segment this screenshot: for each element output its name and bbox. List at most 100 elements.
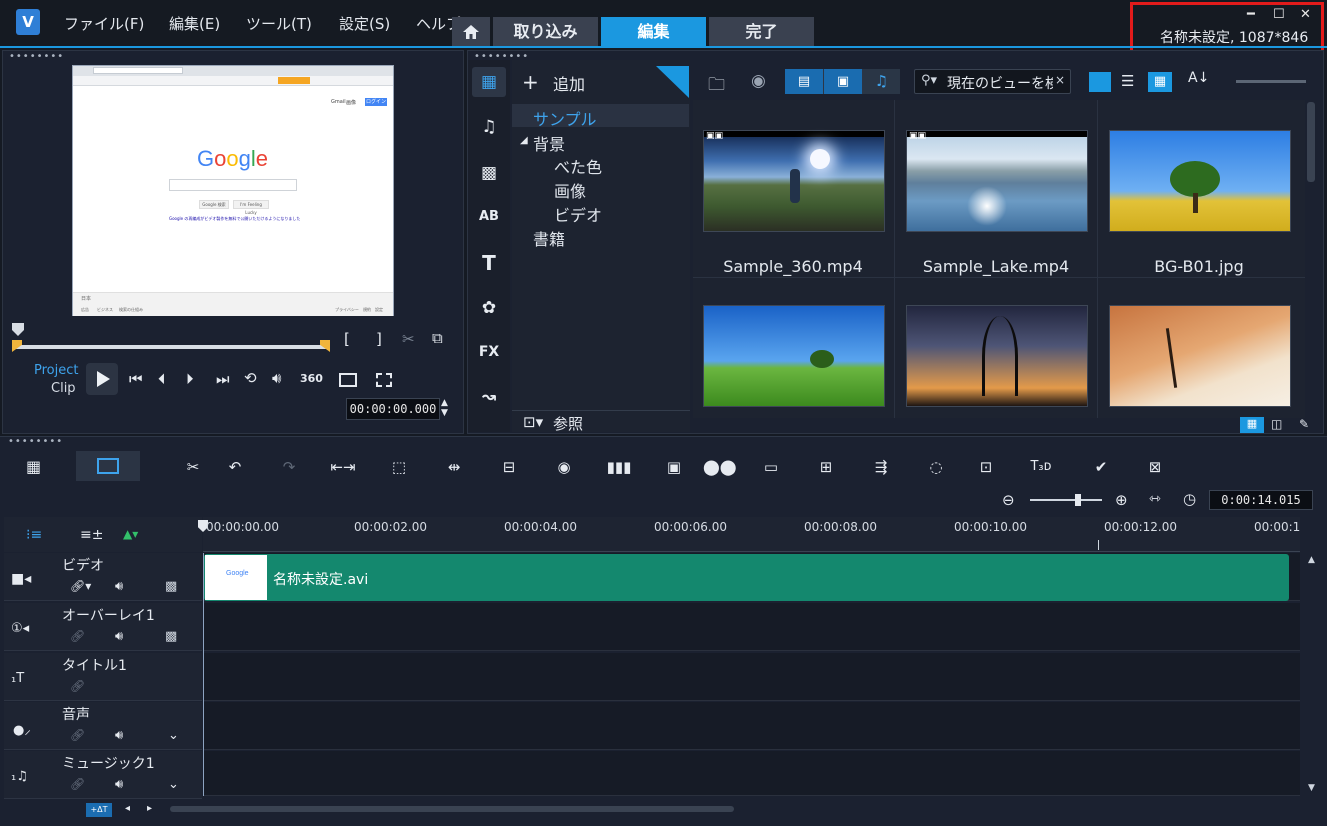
volume-icon[interactable]: 🔊︎ — [272, 369, 281, 387]
filter-video-icon[interactable]: ▤ — [785, 69, 823, 94]
scrubber-bar[interactable] — [14, 345, 330, 349]
transition-icon[interactable]: ▩ — [474, 158, 504, 188]
track-volume-icon[interactable]: 🔊︎ — [115, 728, 123, 743]
library-view-toggle-icon[interactable]: ▦ — [1240, 417, 1264, 433]
thumbnail-green-hill[interactable] — [703, 305, 885, 407]
scroll-down-icon[interactable]: ▼ — [1308, 783, 1315, 793]
track-height-icon[interactable]: ≡± — [80, 527, 103, 543]
pan-zoom-icon[interactable]: ⊟ — [496, 456, 522, 478]
title-icon[interactable]: T — [474, 248, 504, 278]
timecode-stepper[interactable]: ▲ ▼ — [441, 398, 448, 418]
panel-grip[interactable]: •••••••• — [8, 436, 63, 447]
view-thumbnails-icon[interactable]: ▦ — [1148, 72, 1172, 92]
track-lane-overlay[interactable] — [203, 603, 1300, 651]
search-field[interactable]: ⚲▾ 現在のビューを検索 × — [914, 69, 1071, 94]
fit-project-icon[interactable]: ⇤⇥ — [330, 456, 356, 478]
path-icon[interactable]: ↝ — [474, 382, 504, 412]
previous-frame-icon[interactable]: ⏴ — [158, 370, 166, 388]
add-track-button[interactable]: +ΔT — [86, 803, 112, 817]
crop-icon[interactable]: ⊡ — [973, 456, 999, 478]
chapter-point-icon[interactable]: ▲▾ — [123, 527, 138, 541]
tree-item-image[interactable]: 画像 — [554, 178, 586, 202]
time-remap-icon[interactable]: ⇶ — [868, 456, 894, 478]
mark-in-button[interactable]: [ — [344, 330, 350, 348]
repeat-icon[interactable]: ⟲ — [244, 369, 257, 387]
add-folder-label[interactable]: 追加 — [553, 71, 585, 95]
color-grading-icon[interactable]: ⬤⬤ — [703, 456, 737, 478]
expand-triangle-icon[interactable]: ◢ — [520, 135, 528, 146]
redo-icon[interactable]: ↷ — [276, 456, 302, 478]
track-grid-icon[interactable]: ▩ — [165, 629, 177, 644]
tree-item-video[interactable]: ビデオ — [554, 202, 602, 226]
tree-item-background[interactable]: 背景 — [533, 131, 565, 155]
track-volume-icon[interactable]: 🔊︎ — [115, 579, 123, 594]
track-volume-icon[interactable]: 🔊︎ — [115, 629, 123, 644]
subtitle-icon[interactable]: ▭ — [758, 456, 784, 478]
filter-audio-icon[interactable]: ♫ — [863, 69, 900, 94]
link-icon[interactable]: 🔗︎ — [70, 777, 85, 791]
library-scrollbar[interactable] — [1307, 102, 1315, 182]
thumbnail-size-slider[interactable] — [1236, 80, 1306, 83]
timeline-view-button[interactable] — [76, 451, 140, 481]
audio-mixer-icon[interactable]: ▮▮▮ — [606, 456, 632, 478]
link-icon[interactable]: 🔗︎ — [70, 728, 85, 742]
fit-timeline-icon[interactable]: ⇿ — [1149, 491, 1161, 507]
zoom-in-icon[interactable]: ⊕ — [1115, 491, 1128, 509]
aspect-ratio-icon[interactable] — [339, 373, 357, 387]
smart-package-icon[interactable]: ✔ — [1088, 456, 1114, 478]
3d-title-icon[interactable]: T₃ᴅ — [1028, 456, 1054, 478]
next-frame-icon[interactable]: ⏵ — [186, 370, 194, 388]
track-lane-music[interactable] — [203, 751, 1300, 796]
thumbnail-sample-lake[interactable] — [906, 130, 1088, 232]
scroll-left-icon[interactable]: ◂ — [125, 803, 130, 814]
view-list-large-icon[interactable] — [1089, 72, 1111, 92]
browse-icon[interactable]: ⊡▾ — [523, 413, 543, 431]
fx-icon[interactable]: FX — [474, 337, 504, 367]
video-clip[interactable]: Google 名称未設定.avi — [204, 554, 1289, 601]
music-icon[interactable]: ♫ — [474, 112, 504, 142]
go-to-start-icon[interactable]: ⏮ — [129, 370, 143, 388]
mode-clip[interactable]: Clip — [51, 381, 76, 396]
tab-share[interactable]: 完了 — [709, 17, 814, 46]
screen-capture-icon[interactable]: ⊠ — [1142, 456, 1168, 478]
timeline-hscroll[interactable] — [170, 806, 734, 812]
trim-icon[interactable]: ⬚ — [386, 456, 412, 478]
browse-label[interactable]: 参照 — [553, 413, 583, 434]
multi-camera-icon[interactable]: ⊞ — [813, 456, 839, 478]
tree-item-solid-color[interactable]: べた色 — [554, 154, 602, 178]
track-lane-voice[interactable] — [203, 702, 1300, 750]
mask-icon[interactable]: ◌ — [923, 456, 949, 478]
tools-icon[interactable]: ✂ — [180, 456, 206, 478]
scroll-right-icon[interactable]: ▸ — [147, 803, 152, 814]
tree-item-sample[interactable]: サンプル — [533, 106, 597, 130]
link-icon[interactable]: 🔗︎ — [70, 629, 85, 643]
track-manager-icon[interactable]: ⁝≡ — [26, 527, 42, 543]
scissors-icon[interactable]: ✂ — [402, 330, 415, 348]
tab-capture[interactable]: 取り込み — [493, 17, 598, 46]
mode-project[interactable]: Project — [34, 363, 78, 378]
storyboard-view-icon[interactable]: ▦ — [26, 457, 41, 476]
play-button[interactable] — [86, 363, 118, 395]
menu-settings[interactable]: 設定(S) — [339, 13, 390, 34]
panel-grip[interactable]: •••••••• — [9, 51, 64, 62]
library-split-icon[interactable]: ◫ — [1271, 417, 1282, 431]
decoration-icon[interactable]: ✿ — [474, 293, 504, 323]
thumbnail-bg-b01[interactable] — [1109, 130, 1291, 232]
vr-360-icon[interactable]: 360 — [300, 372, 323, 385]
library-edit-icon[interactable]: ✎ — [1299, 417, 1309, 431]
enlarge-icon[interactable]: ⧉ — [432, 329, 443, 347]
thumbnail-sunset[interactable] — [906, 305, 1088, 407]
menu-tools[interactable]: ツール(T) — [246, 13, 312, 34]
zoom-slider[interactable] — [1030, 499, 1102, 501]
track-lane-title[interactable] — [203, 653, 1300, 701]
sort-icon[interactable]: A↓ — [1188, 70, 1209, 86]
capture-icon[interactable]: ◉ — [751, 71, 766, 91]
go-to-end-icon[interactable]: ⏭ — [216, 370, 230, 388]
zoom-out-icon[interactable]: ⊖ — [1002, 491, 1015, 509]
link-icon[interactable]: 🔗︎ — [70, 679, 85, 693]
menu-edit[interactable]: 編集(E) — [169, 13, 220, 34]
track-expand-icon[interactable]: ⌄ — [168, 728, 179, 743]
graphic-icon[interactable]: AB — [474, 202, 504, 232]
timeline-vscroll[interactable]: ▲ ▼ — [1303, 553, 1323, 796]
link-icon[interactable]: 🔗︎▾ — [70, 579, 91, 593]
